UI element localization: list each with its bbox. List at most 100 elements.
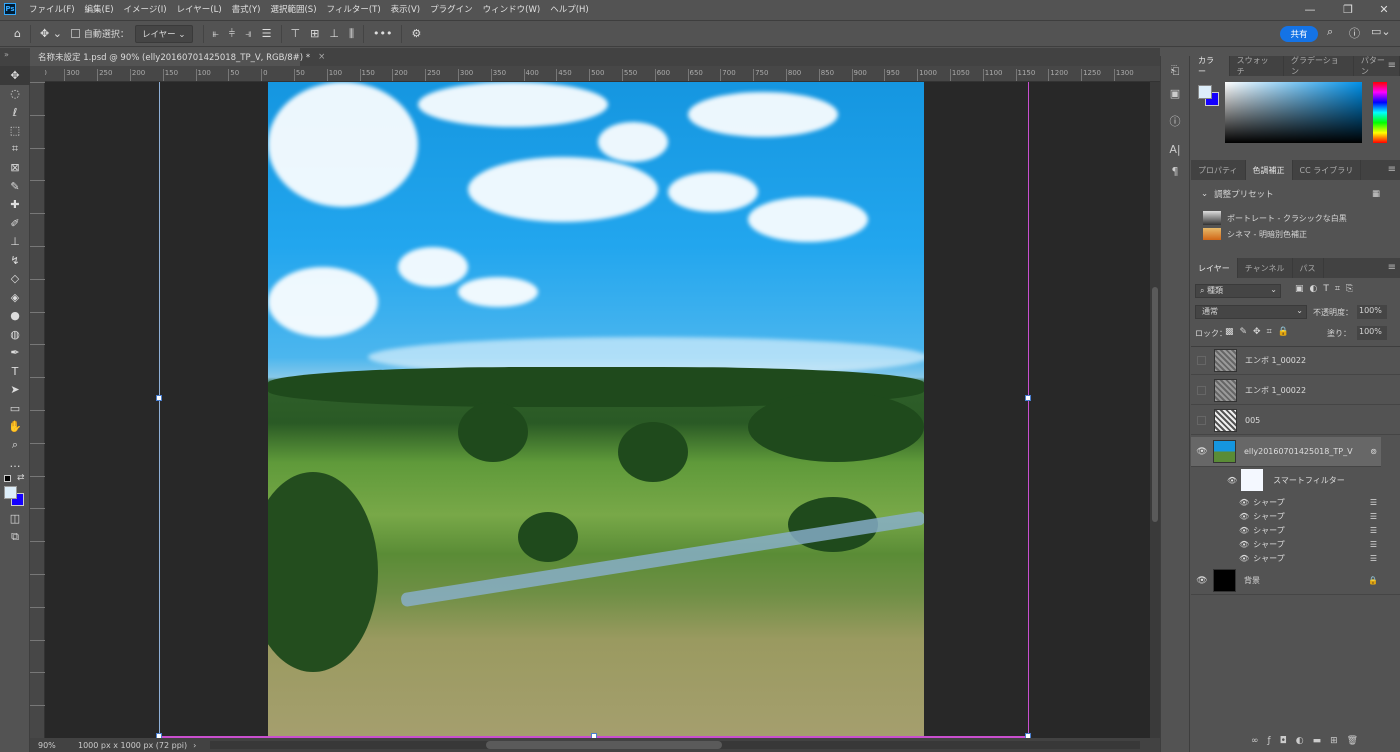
workspace-icon[interactable]: ▭⌄ — [1371, 25, 1391, 38]
gear-icon[interactable]: ⚙ — [411, 27, 421, 40]
eye-icon[interactable]: 👁 — [1239, 554, 1249, 563]
layer-name[interactable]: エンボ 1_00022 — [1245, 385, 1306, 396]
align-middle-icon[interactable]: ⊞ — [310, 27, 319, 40]
search-icon[interactable]: ⌕ — [1327, 25, 1333, 39]
menu-item[interactable]: フィルター(T) — [322, 3, 386, 15]
layer-row[interactable]: エンボ 1_00022 — [1191, 377, 1400, 405]
eye-icon[interactable]: 👁 — [1239, 540, 1249, 549]
path-select-icon[interactable]: ➤ — [0, 381, 30, 400]
foreground-color-swatch[interactable] — [4, 486, 17, 499]
filter-options-icon[interactable]: ☰ — [1370, 526, 1377, 535]
pen-icon[interactable]: ✒ — [0, 344, 30, 363]
align-right-icon[interactable]: ⫣ — [245, 27, 252, 41]
layer-row[interactable]: エンボ 1_00022 — [1191, 347, 1400, 375]
eye-icon[interactable]: 👁 — [1239, 498, 1249, 507]
crop-icon[interactable]: ⌗ — [0, 140, 30, 159]
align-left-icon[interactable]: ⫦ — [213, 27, 219, 41]
menu-item[interactable]: ファイル(F) — [24, 3, 80, 15]
opacity-input[interactable]: 100% — [1357, 305, 1387, 319]
character-icon[interactable]: A| — [1161, 138, 1189, 160]
panel-tab[interactable]: 色調補正 — [1245, 160, 1293, 180]
menu-item[interactable]: レイヤー(L) — [172, 3, 227, 15]
vertical-scrollbar[interactable] — [1150, 82, 1160, 738]
horizontal-scrollbar[interactable] — [210, 741, 1140, 749]
maximize-button[interactable]: ❐ — [1328, 0, 1368, 18]
distribute-vertical-icon[interactable]: ☰ — [262, 27, 272, 40]
history-brush-icon[interactable]: ↯ — [0, 251, 30, 270]
comments-icon[interactable]: ▣ — [1161, 82, 1189, 104]
dodge-icon[interactable]: ◍ — [0, 325, 30, 344]
default-colors-icon[interactable] — [4, 475, 11, 482]
auto-select-checkbox[interactable] — [70, 29, 80, 38]
object-select-icon[interactable]: ⬚ — [0, 122, 30, 141]
more-tools-icon[interactable]: … — [0, 455, 30, 474]
blend-mode-dropdown[interactable]: 通常 ⌄ — [1195, 305, 1307, 319]
visibility-toggle[interactable] — [1197, 356, 1206, 365]
ruler-origin[interactable] — [30, 66, 45, 82]
panel-menu-icon[interactable]: ≡ — [1388, 60, 1396, 71]
layer-name[interactable]: 背景 — [1244, 575, 1260, 586]
expand-toolbox-icon[interactable]: » — [0, 48, 30, 66]
panel-tab[interactable]: スウォッチ — [1230, 56, 1284, 76]
stamp-icon[interactable]: ⊥ — [0, 233, 30, 252]
eraser-icon[interactable]: ◇ — [0, 270, 30, 289]
filter-item[interactable]: 👁 シャープ ☰ — [1239, 495, 1399, 509]
layer-name[interactable]: elly20160701425018_TP_V — [1244, 447, 1353, 456]
panel-tab[interactable]: プロパティ — [1191, 160, 1246, 180]
layer-row[interactable]: 👁 elly20160701425018_TP_V ⊚ — [1191, 437, 1381, 467]
marquee-icon[interactable]: ◌ — [0, 85, 30, 104]
foreground-color-swatch[interactable] — [1198, 85, 1212, 99]
adjustment-presets-header[interactable]: ⌄ 調整プリセット ▦ — [1191, 180, 1400, 208]
fill-input[interactable]: 100% — [1357, 326, 1387, 340]
share-button[interactable]: 共有 — [1280, 26, 1318, 42]
lock-icons[interactable]: ▩✎✥⌗🔒 — [1225, 327, 1295, 337]
filter-item[interactable]: 👁 シャープ ☰ — [1239, 537, 1399, 551]
layer-image[interactable] — [268, 82, 924, 738]
align-center-icon[interactable]: ⫩ — [229, 27, 235, 41]
hand-icon[interactable]: ✋ — [0, 418, 30, 437]
filter-item[interactable]: 👁 シャープ ☰ — [1239, 509, 1399, 523]
document-tab[interactable]: 名称未設定 1.psd @ 90% (elly20160701425018_TP… — [30, 48, 325, 66]
preset-item[interactable]: ポートレート - クラシックな白黒 — [1191, 208, 1400, 228]
healing-icon[interactable]: ✚ — [0, 196, 30, 215]
swap-colors-icon[interactable]: ⇄ — [17, 473, 25, 483]
align-bottom-icon[interactable]: ⊥ — [329, 27, 339, 40]
menu-item[interactable]: 書式(Y) — [227, 3, 266, 15]
filter-options-icon[interactable]: ☰ — [1370, 540, 1377, 549]
panel-tab[interactable]: カラー — [1191, 56, 1230, 76]
move-tool-icon[interactable]: ✥ ⌄ — [40, 27, 62, 40]
close-tab-icon[interactable]: × — [318, 52, 325, 62]
filter-item[interactable]: 👁 シャープ ☰ — [1239, 551, 1399, 565]
menu-item[interactable]: ウィンドウ(W) — [478, 3, 546, 15]
preset-item[interactable]: シネマ - 明暗別色補正 — [1191, 228, 1400, 240]
rectangle-icon[interactable]: ▭ — [0, 399, 30, 418]
menu-item[interactable]: 表示(V) — [386, 3, 425, 15]
menu-item[interactable]: イメージ(I) — [119, 3, 172, 15]
zoom-level[interactable]: 90% — [38, 741, 78, 750]
eye-icon[interactable]: 👁 — [1191, 447, 1213, 457]
more-options-button[interactable]: ••• — [373, 27, 392, 40]
layer-actions[interactable]: ∞ƒ◘◐▬⊞🗑 — [1251, 736, 1400, 752]
layer-row[interactable]: 👁 背景 🔒 — [1191, 567, 1400, 595]
panel-tab[interactable]: チャンネル — [1238, 258, 1293, 278]
layer-row[interactable]: 005 — [1191, 407, 1400, 435]
help-icon[interactable]: ⓘ — [1349, 25, 1360, 41]
quick-mask-icon[interactable]: ◫ — [0, 509, 30, 528]
filter-options-icon[interactable]: ☰ — [1370, 498, 1377, 507]
history-icon[interactable]: ⎗ — [1161, 60, 1189, 82]
menu-item[interactable]: 選択範囲(S) — [265, 3, 321, 15]
auto-select-target-dropdown[interactable]: レイヤー ⌄ — [134, 24, 193, 43]
zoom-icon[interactable]: ⌕ — [0, 436, 30, 455]
panel-tab[interactable]: CC ライブラリ — [1293, 160, 1362, 180]
panel-tab[interactable]: レイヤー — [1191, 258, 1238, 278]
menu-item[interactable]: プラグイン — [425, 3, 478, 15]
eye-icon[interactable]: 👁 — [1227, 476, 1237, 485]
smart-filter-row[interactable]: 👁 スマートフィルター — [1227, 467, 1387, 493]
eye-icon[interactable]: 👁 — [1191, 576, 1213, 586]
bucket-icon[interactable]: ◈ — [0, 288, 30, 307]
eye-icon[interactable]: 👁 — [1239, 512, 1249, 521]
grid-view-icon[interactable]: ▦ — [1372, 189, 1380, 199]
panel-menu-icon[interactable]: ≡ — [1388, 262, 1396, 273]
transform-handle[interactable] — [156, 395, 162, 401]
panel-menu-icon[interactable]: ≡ — [1388, 164, 1396, 175]
